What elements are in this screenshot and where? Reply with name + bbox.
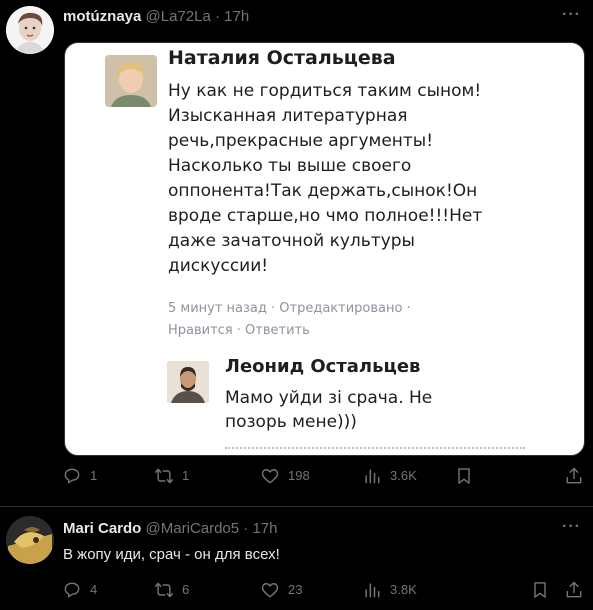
- comment-meta: 5 минут назад · Отредактировано ·: [168, 301, 411, 316]
- views-button[interactable]: 3.8K: [362, 580, 417, 600]
- like-icon: [261, 583, 279, 598]
- separator-dot: ·: [214, 8, 220, 25]
- tweet-header: Mari Cardo @MariCardo5 · 17h: [63, 520, 278, 537]
- comment-line: оппонента!Так держать,сынок!Он: [168, 181, 478, 201]
- views-count: 3.6K: [390, 468, 417, 483]
- more-icon[interactable]: ···: [562, 6, 581, 24]
- retweet-button[interactable]: 1: [154, 466, 189, 486]
- reply-text: Мамо уйди зі срача. Не позорь мене))): [225, 386, 545, 434]
- tweet-text: В жопу иди, срач - он для всех!: [63, 546, 280, 563]
- comment-line: вроде старше,но чмо полное!!!Нет: [168, 206, 483, 226]
- reply-icon: [64, 468, 80, 484]
- comment-text: Ну как не гордиться таким сыном! Изыскан…: [168, 79, 568, 279]
- comment-line: даже зачаточной культуры: [168, 231, 415, 251]
- comment-line: речь,прекрасные аргументы!: [168, 131, 434, 151]
- author-name[interactable]: Mari Cardo: [63, 520, 141, 537]
- comment-line: Ну как не гордиться таким сыном!: [168, 81, 482, 101]
- tweet-divider: [0, 506, 593, 507]
- retweet-icon: [154, 582, 174, 598]
- avatar[interactable]: [6, 516, 54, 564]
- reply-line: позорь мене))): [225, 412, 357, 432]
- timestamp[interactable]: 17h: [224, 8, 249, 25]
- bookmark-button[interactable]: [530, 580, 558, 600]
- timestamp[interactable]: 17h: [252, 520, 277, 537]
- replier-avatar: [167, 361, 209, 403]
- retweet-button[interactable]: 6: [154, 580, 189, 600]
- share-icon: [566, 581, 582, 598]
- views-icon: [365, 469, 380, 484]
- like-count: 23: [288, 582, 303, 597]
- views-count: 3.8K: [390, 582, 417, 597]
- tweet[interactable]: motúznaya @La72La · 17h ··· Наталия Оста…: [0, 0, 593, 506]
- more-icon[interactable]: ···: [562, 518, 581, 536]
- like-button[interactable]: 198: [260, 466, 310, 486]
- views-button[interactable]: 3.6K: [362, 466, 417, 486]
- reply-button[interactable]: 4: [62, 580, 97, 600]
- reply-count: 4: [90, 582, 98, 597]
- cropped-edge: [225, 447, 525, 455]
- retweet-count: 1: [182, 468, 190, 483]
- reply-button[interactable]: 1: [62, 466, 97, 486]
- commenter-name: Наталия Остальцева: [168, 47, 396, 69]
- commenter-avatar: [105, 55, 157, 107]
- separator-dot: ·: [243, 520, 249, 537]
- avatar[interactable]: [6, 6, 54, 54]
- comment-line: Насколько ты выше своего: [168, 156, 412, 176]
- share-icon: [566, 467, 582, 484]
- comment-actions: Нравится · Ответить: [168, 323, 310, 338]
- attached-image[interactable]: Наталия Остальцева Ну как не гордиться т…: [64, 42, 585, 456]
- tweet[interactable]: Mari Cardo @MariCardo5 · 17h ··· В жопу …: [0, 508, 593, 604]
- retweet-icon: [154, 468, 174, 484]
- comment-line: дискуссии!: [168, 256, 269, 276]
- reply-icon: [64, 582, 80, 598]
- reply-line: Мамо уйди зі срача. Не: [225, 388, 433, 408]
- bookmark-icon: [534, 582, 546, 598]
- like-button[interactable]: 23: [260, 580, 302, 600]
- bookmark-icon: [458, 468, 470, 484]
- share-button[interactable]: [564, 580, 592, 600]
- tweet-actions: 4 6 23 3.8K: [56, 580, 586, 610]
- views-icon: [365, 583, 380, 598]
- tweet-header: motúznaya @La72La · 17h: [63, 8, 249, 25]
- bookmark-button[interactable]: [454, 466, 482, 486]
- author-handle[interactable]: @MariCardo5: [146, 520, 240, 537]
- share-button[interactable]: [564, 466, 592, 486]
- author-handle[interactable]: @La72La: [146, 8, 211, 25]
- replier-name: Леонид Остальцев: [225, 356, 421, 377]
- like-count: 198: [288, 468, 310, 483]
- retweet-count: 6: [182, 582, 190, 597]
- like-icon: [261, 469, 279, 484]
- tweet-actions: 1 1 198 3.6K: [56, 466, 586, 496]
- reply-count: 1: [90, 468, 98, 483]
- author-name[interactable]: motúznaya: [63, 8, 141, 25]
- comment-line: Изысканная литературная: [168, 106, 408, 126]
